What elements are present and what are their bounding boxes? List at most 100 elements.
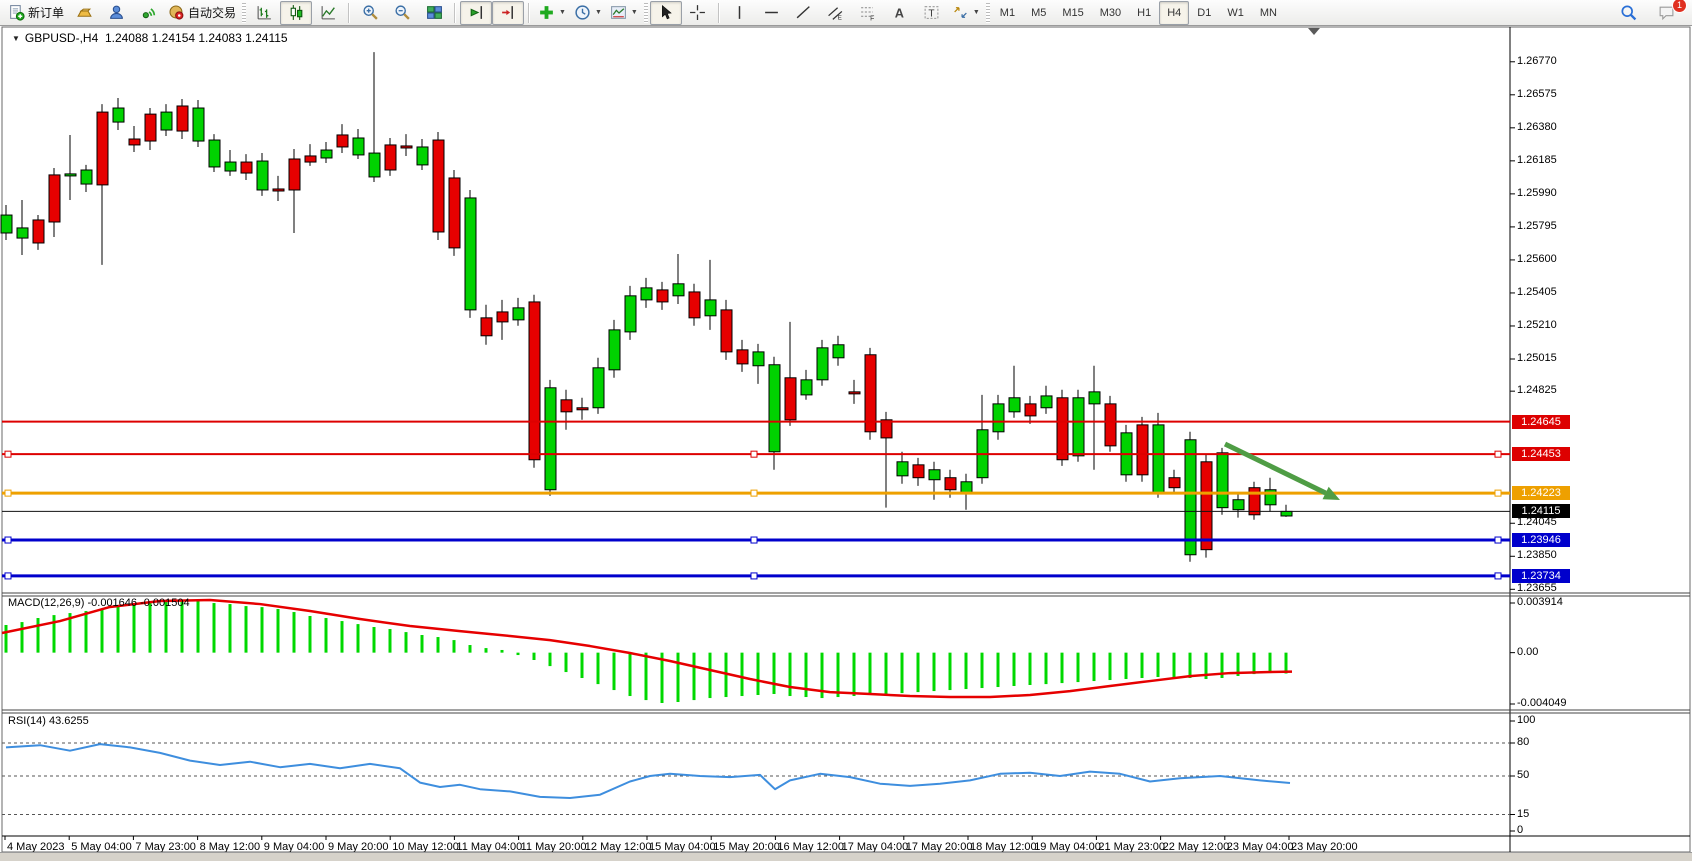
periods-button[interactable]: ▼ [570,1,606,25]
candle-body[interactable] [1,215,12,233]
timeframe-d1[interactable]: D1 [1189,1,1219,25]
auto-scroll-button[interactable] [460,1,492,25]
autotrading-button[interactable]: 自动交易 [164,1,240,25]
zoom-in-button[interactable] [354,1,386,25]
candle-body[interactable] [1105,404,1116,446]
signal-button[interactable] [132,1,164,25]
candle-body[interactable] [129,139,140,145]
candle-body[interactable] [913,465,924,478]
candle-body[interactable] [801,380,812,395]
bar-chart-button[interactable] [248,1,280,25]
candle-body[interactable] [1217,453,1228,508]
line-selection-handle[interactable] [751,451,757,457]
tile-windows-button[interactable] [418,1,450,25]
candle-body[interactable] [65,174,76,176]
candle-body[interactable] [657,290,668,302]
candle-body[interactable] [1201,462,1212,550]
search-button[interactable] [1612,1,1644,25]
candle-body[interactable] [1233,500,1244,510]
line-selection-handle[interactable] [751,573,757,579]
timeframe-mn[interactable]: MN [1252,1,1285,25]
candle-body[interactable] [753,352,764,366]
candle-body[interactable] [257,161,268,190]
text-button[interactable]: A [884,1,916,25]
toolbar-grip[interactable] [986,3,990,23]
candle-body[interactable] [209,140,220,167]
candle-body[interactable] [433,140,444,232]
candle-body[interactable] [337,135,348,147]
candle-body[interactable] [529,302,540,460]
candle-body[interactable] [1137,425,1148,475]
candle-body[interactable] [625,296,636,332]
timeframe-h4[interactable]: H4 [1159,1,1189,25]
line-selection-handle[interactable] [1495,451,1501,457]
candle-body[interactable] [289,159,300,190]
arrows-button[interactable]: ▼ [948,1,984,25]
candle-body[interactable] [513,308,524,320]
vertical-line-button[interactable] [724,1,756,25]
line-selection-handle[interactable] [5,451,11,457]
candle-body[interactable] [1025,404,1036,416]
candle-body[interactable] [417,147,428,165]
candle-body[interactable] [1073,398,1084,456]
candle-body[interactable] [225,162,236,171]
line-selection-handle[interactable] [5,490,11,496]
candle-body[interactable] [241,162,252,173]
chart-canvas[interactable] [0,26,1692,861]
equidistant-channel-button[interactable]: E [820,1,852,25]
trend-line-button[interactable] [788,1,820,25]
candle-body[interactable] [721,310,732,352]
candle-body[interactable] [1089,392,1100,404]
candle-body[interactable] [1041,396,1052,408]
candle-body[interactable] [449,178,460,248]
candle-body[interactable] [113,108,124,122]
zoom-out-button[interactable] [386,1,418,25]
line-selection-handle[interactable] [1495,537,1501,543]
candle-body[interactable] [145,114,156,141]
candle-body[interactable] [897,462,908,476]
text-label-button[interactable]: T [916,1,948,25]
candlestick-button[interactable] [280,1,312,25]
line-selection-handle[interactable] [1495,573,1501,579]
candle-body[interactable] [273,189,284,191]
candle-body[interactable] [1281,511,1292,516]
candle-body[interactable] [865,355,876,432]
profile-button[interactable] [100,1,132,25]
line-selection-handle[interactable] [751,537,757,543]
chevron-down-icon[interactable]: ▼ [559,9,566,16]
candle-body[interactable] [49,175,60,222]
candle-body[interactable] [369,153,380,177]
candle-body[interactable] [305,156,316,162]
chevron-down-icon[interactable]: ▼ [973,9,980,16]
line-selection-handle[interactable] [1495,490,1501,496]
crosshair-button[interactable] [682,1,714,25]
candle-body[interactable] [849,392,860,394]
chart-menu-icon[interactable]: ▼ [12,34,20,43]
candle-body[interactable] [609,330,620,370]
cursor-button[interactable] [650,1,682,25]
line-selection-handle[interactable] [751,490,757,496]
candle-body[interactable] [577,408,588,410]
candle-body[interactable] [689,292,700,318]
candle-body[interactable] [1169,478,1180,488]
candle-body[interactable] [593,368,604,408]
timeframe-m5[interactable]: M5 [1023,1,1054,25]
candle-body[interactable] [321,150,332,158]
line-selection-handle[interactable] [5,537,11,543]
timeframe-w1[interactable]: W1 [1219,1,1252,25]
fibonacci-button[interactable]: F [852,1,884,25]
candle-body[interactable] [481,318,492,336]
candle-body[interactable] [497,312,508,322]
timeframe-m1[interactable]: M1 [992,1,1023,25]
candle-body[interactable] [81,170,92,184]
timeframe-h1[interactable]: H1 [1129,1,1159,25]
quotes-button[interactable] [68,1,100,25]
candle-body[interactable] [545,388,556,490]
candle-body[interactable] [769,365,780,452]
timeframe-m15[interactable]: M15 [1054,1,1091,25]
chevron-down-icon[interactable]: ▼ [595,9,602,16]
candle-body[interactable] [945,478,956,490]
candle-body[interactable] [1185,440,1196,555]
candle-body[interactable] [177,106,188,131]
candle-body[interactable] [353,138,364,155]
